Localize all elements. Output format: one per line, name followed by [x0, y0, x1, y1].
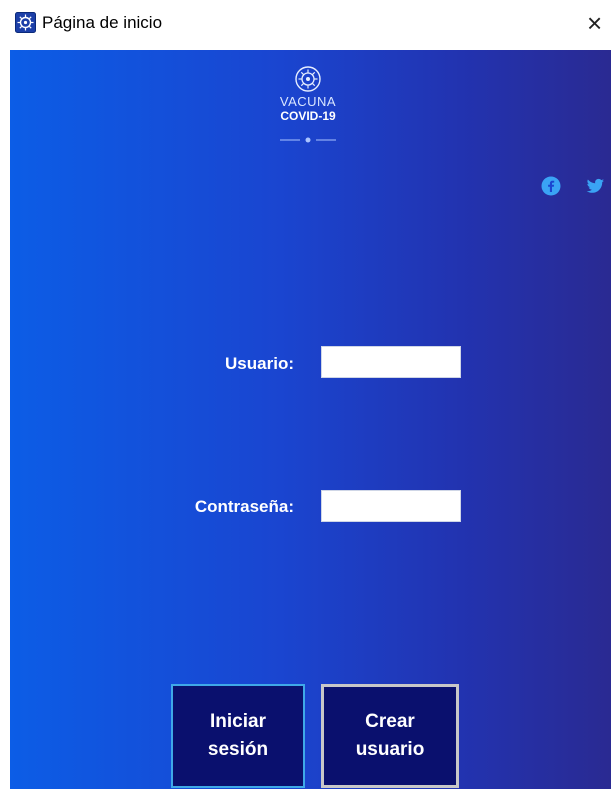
login-window: Página de inicio × VACUNA COVID-19 Usuar…	[0, 0, 611, 789]
main-panel: VACUNA COVID-19 Usuario: Contraseña: Ini…	[10, 50, 611, 789]
close-button[interactable]: ×	[587, 6, 611, 40]
login-button-label: Iniciar sesión	[207, 711, 269, 760]
virus-icon	[295, 66, 321, 92]
password-input[interactable]	[321, 490, 461, 522]
window-title: Página de inicio	[42, 13, 163, 32]
title-bar: Página de inicio ×	[0, 0, 611, 48]
create-user-button-label: Crear usuario	[355, 711, 425, 760]
username-label: Usuario:	[225, 354, 294, 373]
twitter-icon[interactable]	[585, 176, 605, 196]
logo-text-vacuna: VACUNA	[279, 94, 337, 109]
covid-vaccine-icon	[15, 12, 36, 33]
username-input[interactable]	[321, 346, 461, 378]
logo-divider	[278, 131, 338, 143]
login-button[interactable]: Iniciar sesión	[171, 684, 305, 788]
logo-text-covid: COVID-19	[280, 109, 336, 123]
create-user-button[interactable]: Crear usuario	[321, 684, 459, 788]
facebook-icon[interactable]	[541, 176, 561, 196]
password-label: Contraseña:	[194, 497, 294, 516]
vaccine-logo: VACUNA COVID-19	[258, 66, 358, 166]
